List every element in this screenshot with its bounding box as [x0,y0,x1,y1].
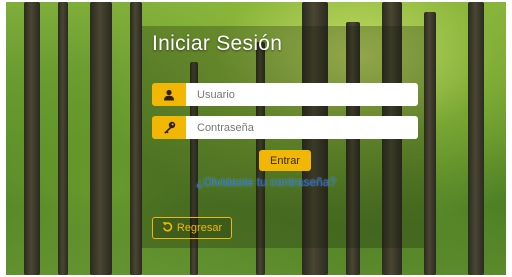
forgot-password-link[interactable]: ¿Olvidaste tu contraseña? [196,175,336,189]
username-input[interactable] [186,83,418,106]
tree-trunk [24,2,40,275]
username-field [152,83,418,106]
back-button-label: Regresar [176,222,223,234]
back-button[interactable]: Regresar [152,217,232,239]
undo-arrow-icon [162,221,173,235]
tree-trunk [424,12,436,275]
login-title: Iniciar Sesión [152,32,283,55]
password-input[interactable] [186,116,418,139]
tree-trunk [468,2,484,275]
tree-trunk [90,2,112,275]
key-icon [152,116,186,139]
password-field [152,116,418,139]
user-icon [152,83,186,106]
login-button[interactable]: Entrar [259,150,311,171]
tree-trunk [58,2,68,275]
